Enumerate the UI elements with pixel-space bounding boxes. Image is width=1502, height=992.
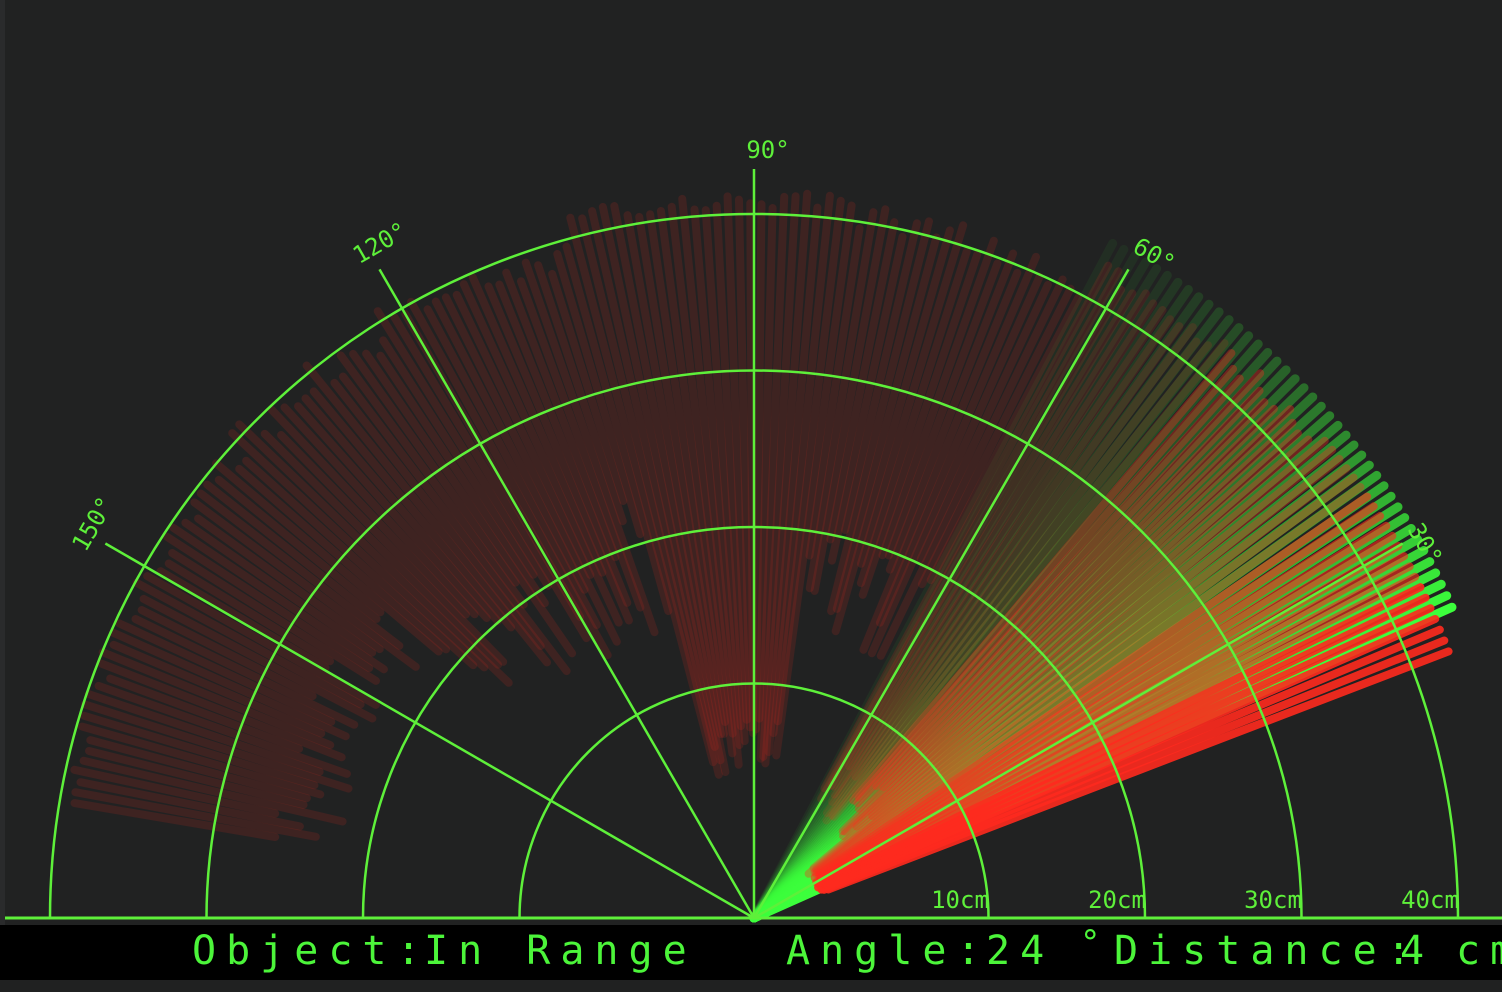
distance-label-10: 10cm — [931, 886, 989, 914]
distance-unit: cm — [1456, 928, 1502, 974]
angle-unit: ° — [1080, 925, 1111, 963]
distance-label-30: 30cm — [1244, 886, 1302, 914]
angle-label-90: 90° — [746, 136, 789, 164]
distance-label-40: 40cm — [1401, 886, 1459, 914]
radar-display: 30° 60° 90° 120° 150° 10cm 20cm 30cm 40c… — [5, 136, 1502, 923]
distance-label-20: 20cm — [1088, 886, 1146, 914]
object-status-value: In Range — [424, 928, 697, 974]
distance-label: Distance: — [1114, 928, 1421, 974]
object-ray — [751, 200, 766, 734]
radar-app-window: 30° 60° 90° 120° 150° 10cm 20cm 30cm 40c… — [0, 0, 1502, 992]
angle-label: Angle: — [786, 928, 991, 974]
window-bottom-strip — [0, 980, 1502, 992]
distance-value: 4 — [1400, 928, 1435, 974]
object-label: Object: — [192, 928, 431, 974]
angle-value: 24 — [986, 928, 1055, 974]
status-bar: Object: In Range Angle: 24 ° Distance: 4… — [0, 925, 1502, 980]
angle-label-120: 120° — [348, 216, 412, 269]
